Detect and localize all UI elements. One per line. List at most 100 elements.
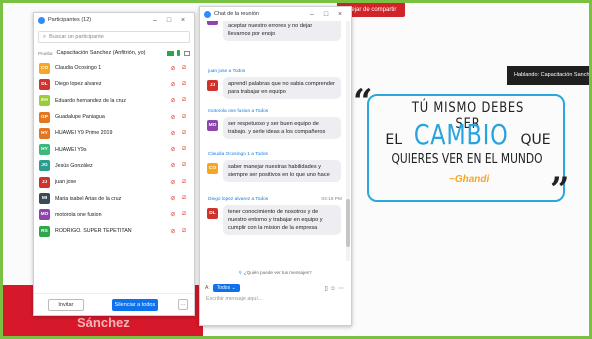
close-icon[interactable]: × xyxy=(176,17,190,24)
participant-row[interactable]: GP Guadalupe Paniagua ⊘ ⧄ xyxy=(34,109,194,125)
mic-muted-icon[interactable]: ⊘ xyxy=(169,97,177,104)
mic-muted-icon[interactable]: ⊘ xyxy=(169,162,177,169)
participants-window: Participantes (12) – □ × ⌕ Buscar un par… xyxy=(33,12,195,316)
chat-message: Diego lopez alvarez a Todos 04:19 PM DL ten… xyxy=(200,197,346,235)
participants-title: Participantes (12) xyxy=(48,17,92,23)
maximize-icon[interactable]: □ xyxy=(162,17,176,24)
participants-footer: Invitar Silenciar a todos ··· xyxy=(34,293,194,315)
recipient-select[interactable]: Todos ⌄ xyxy=(212,284,240,292)
participant-row[interactable]: HY HUAWEI Y9 Prime 2019 ⊘ ⧄ xyxy=(34,125,194,141)
mic-muted-icon[interactable]: ⊘ xyxy=(169,179,177,186)
mic-muted-icon[interactable]: ⊘ xyxy=(169,228,177,235)
video-off-icon[interactable]: ⧄ xyxy=(180,146,188,153)
brand-name: Sánchez xyxy=(77,315,130,330)
more-icon[interactable]: ⋯ xyxy=(338,286,346,292)
chat-title: Chat de la reunión xyxy=(214,11,259,17)
active-speaker-label: Hablando: Capacitación Sanchez xyxy=(507,66,589,85)
minimize-icon[interactable]: – xyxy=(305,11,319,18)
video-off-icon[interactable]: ⧄ xyxy=(180,65,188,72)
avatar xyxy=(207,21,218,25)
avatar: JJ xyxy=(39,176,50,188)
avatar: GP xyxy=(39,111,50,123)
more-options-button[interactable]: ··· xyxy=(178,299,188,310)
zoom-logo-icon xyxy=(204,10,211,18)
mic-muted-icon[interactable]: ⊘ xyxy=(169,114,177,121)
video-off-icon[interactable]: ⧄ xyxy=(180,97,188,104)
video-off-icon[interactable]: ⧄ xyxy=(180,195,188,202)
avatar: MO xyxy=(207,120,218,131)
recipient-prefix: A: xyxy=(205,285,210,291)
emoji-icon[interactable]: ☺ xyxy=(330,286,338,292)
info-icon: ⚲ xyxy=(238,270,242,275)
camera-icon[interactable] xyxy=(184,50,190,56)
participants-titlebar[interactable]: Participantes (12) – □ × xyxy=(34,13,194,27)
video-off-icon[interactable]: ⧄ xyxy=(180,114,188,121)
participant-search-input[interactable]: ⌕ Buscar un participante xyxy=(38,31,190,43)
mic-muted-icon[interactable]: ⊘ xyxy=(169,211,177,218)
chat-messages[interactable]: saber trabajar en equipo y escuchar y ac… xyxy=(200,21,346,261)
participant-name: Guadalupe Paniagua xyxy=(55,114,105,121)
avatar: JJ xyxy=(207,80,218,91)
participant-row[interactable]: JG Jesús González ⊘ ⧄ xyxy=(34,158,194,174)
participant-row[interactable]: MO motorola one fusion ⊘ ⧄ xyxy=(34,207,194,223)
avatar: JG xyxy=(39,160,50,172)
participant-name: juan jose xyxy=(55,179,77,186)
mic-muted-icon[interactable]: ⊘ xyxy=(169,146,177,153)
chat-scroll-thumb[interactable] xyxy=(346,199,350,247)
video-off-icon[interactable]: ⧄ xyxy=(180,130,188,137)
chat-message-header: Diego lopez alvarez a Todos 04:19 PM xyxy=(200,197,346,205)
chat-sender: Claudia Ocosingo 1 a Todos xyxy=(208,152,268,157)
participant-row[interactable]: EH Eduardo hernandez de la cruz ⊘ ⧄ xyxy=(34,93,194,109)
mic-muted-icon[interactable]: ⊘ xyxy=(169,195,177,202)
chat-input[interactable]: Escribir mensaje aquí... xyxy=(206,296,262,302)
mic-muted-icon[interactable]: ⊘ xyxy=(169,65,177,72)
chat-time: 04:19 PM xyxy=(321,197,342,202)
chat-message: Claudia Ocosingo 1 a Todos CO saber maneja… xyxy=(200,152,346,182)
participant-row[interactable]: CO Claudia Ocosingo 1 ⊘ ⧄ xyxy=(34,60,194,76)
participant-row[interactable]: JJ juan jose ⊘ ⧄ xyxy=(34,174,194,190)
chat-message-header: Claudia Ocosingo 1 a Todos xyxy=(200,152,346,160)
video-off-icon[interactable]: ⧄ xyxy=(180,81,188,88)
avatar: DL xyxy=(39,78,50,90)
chat-bubble: tener conocimiento de nosotros y de nues… xyxy=(223,205,341,235)
chat-visibility-note[interactable]: ⚲ ¿Quién puede ver tus mensajes? xyxy=(200,270,350,276)
participant-row[interactable]: HY HUAWEI Y9s ⊘ ⧄ xyxy=(34,141,194,157)
video-off-icon[interactable]: ⧄ xyxy=(180,228,188,235)
chat-bubble: aprendí palabras que no sabia comprender… xyxy=(223,77,341,99)
video-off-icon[interactable]: ⧄ xyxy=(180,211,188,218)
mic-on-icon[interactable] xyxy=(177,50,180,56)
participant-name: RODRIGO. SUPER TEPETITAN xyxy=(55,228,132,235)
open-quote-icon: “ xyxy=(353,82,373,122)
video-off-icon[interactable]: ⧄ xyxy=(180,162,188,169)
chat-recipient-row: A: Todos ⌄ ▯☺⋯ xyxy=(205,283,350,293)
chat-sender: juan jose a Todos xyxy=(208,69,246,74)
video-off-icon[interactable]: ⧄ xyxy=(180,179,188,186)
close-icon[interactable]: × xyxy=(333,11,347,18)
participant-row[interactable]: MI Maria isabel Arias de la cruz ⊘ ⧄ xyxy=(34,190,194,206)
host-tag: Prueba xyxy=(38,50,53,56)
avatar: EH xyxy=(39,95,50,107)
participant-name: Claudia Ocosingo 1 xyxy=(55,65,102,72)
minimize-icon[interactable]: – xyxy=(148,17,162,24)
screen-frame: Dejar de compartir Hablando: Capacitació… xyxy=(0,0,592,339)
avatar: MI xyxy=(39,193,50,205)
chat-message-header: motorola one fusion a Todos xyxy=(200,109,346,117)
chat-scrollbar[interactable] xyxy=(346,21,350,261)
host-row[interactable]: Prueba Capacitación Sanchez (Anfitrión, … xyxy=(34,46,194,60)
chat-message-header: juan jose a Todos xyxy=(200,69,346,77)
chat-message: juan jose a Todos JJ aprendí palabras que … xyxy=(200,69,346,99)
chat-visibility-text: ¿Quién puede ver tus mensajes? xyxy=(243,270,312,275)
chat-sender: motorola one fusion a Todos xyxy=(208,109,269,114)
invite-button[interactable]: Invitar xyxy=(48,298,84,311)
mic-muted-icon[interactable]: ⊘ xyxy=(169,81,177,88)
maximize-icon[interactable]: □ xyxy=(319,11,333,18)
participant-row[interactable]: RS RODRIGO. SUPER TEPETITAN ⊘ ⧄ xyxy=(34,223,194,239)
mic-muted-icon[interactable]: ⊘ xyxy=(169,130,177,137)
participant-row[interactable]: DL Diego lopez alvarez ⊘ ⧄ xyxy=(34,76,194,92)
participant-name: HUAWEI Y9 Prime 2019 xyxy=(55,130,113,137)
chat-titlebar[interactable]: Chat de la reunión – □ × xyxy=(200,7,351,21)
mute-all-button[interactable]: Silenciar a todos xyxy=(111,298,158,311)
video-on-icon[interactable] xyxy=(167,50,174,56)
quote-author: ~Ghandi xyxy=(449,174,490,185)
participant-name: HUAWEI Y9s xyxy=(55,146,87,153)
